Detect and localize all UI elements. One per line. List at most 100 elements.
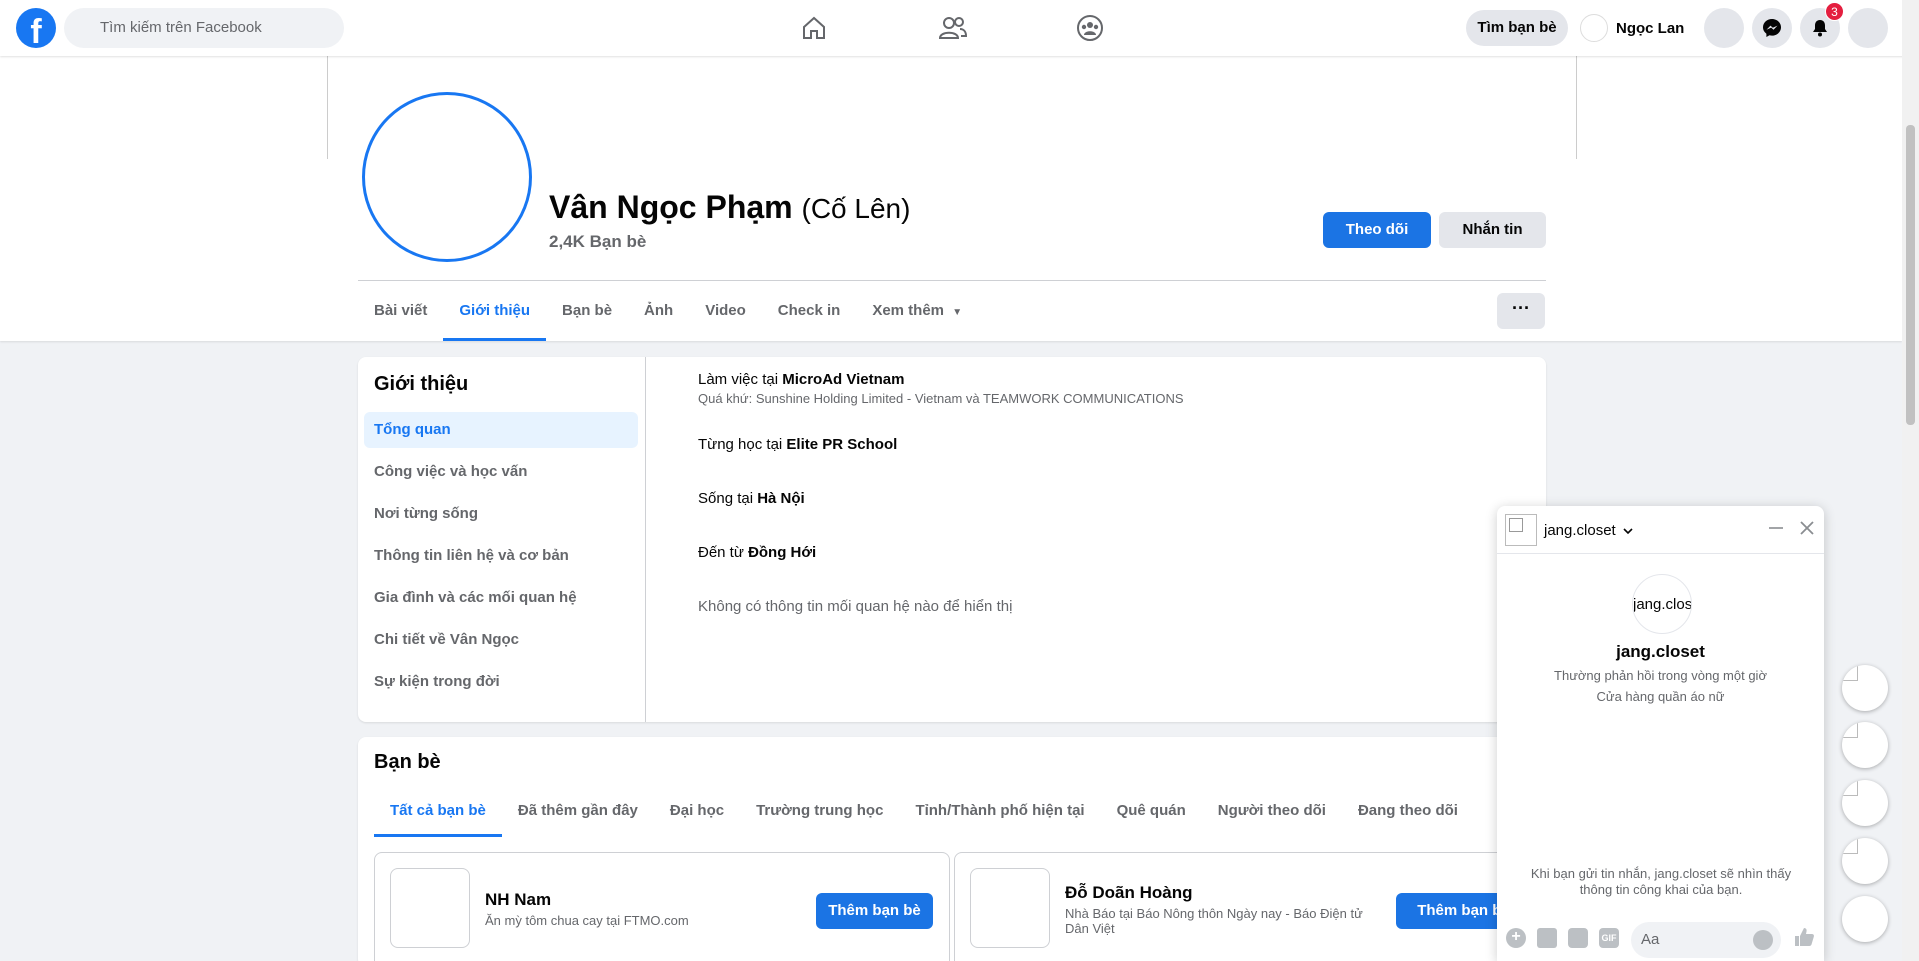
friend-desc: Ăn mỳ tôm chua cay tại FTMO.com: [485, 913, 689, 928]
caret-down-icon: ▼: [952, 307, 963, 318]
contact-bubble[interactable]: [1842, 665, 1888, 711]
broken-image-icon: [1842, 838, 1858, 854]
friends-count[interactable]: 2,4K Bạn bè: [549, 232, 646, 252]
about-nav-contact[interactable]: Thông tin liên hệ và cơ bản: [364, 538, 638, 574]
sticker-icon[interactable]: [1568, 928, 1588, 948]
broken-image-icon: [1842, 665, 1858, 681]
friend-name[interactable]: Đỗ Doãn Hoàng: [1065, 883, 1193, 903]
chat-privacy-notice: Khi bạn gửi tin nhắn, jang.closet sẽ nhì…: [1530, 866, 1792, 897]
about-relationship: Không có thông tin mối quan hệ nào để hi…: [698, 598, 1013, 615]
tab-more-label: Xem thêm: [872, 302, 945, 319]
friend-photo[interactable]: [970, 868, 1050, 948]
friends-tabs: Tất cả bạn bè Đã thêm gần đây Đại học Tr…: [374, 789, 1474, 837]
find-friends-button[interactable]: Tìm bạn bè: [1466, 10, 1568, 46]
messenger-button[interactable]: [1752, 8, 1792, 48]
friend-photo[interactable]: [390, 868, 470, 948]
follow-button[interactable]: Theo dõi: [1323, 212, 1431, 248]
notifications-button[interactable]: 3: [1800, 2, 1844, 48]
about-nav: Tổng quan Công việc và học vấn Nơi từng …: [364, 412, 638, 706]
photo-icon[interactable]: [1537, 928, 1557, 948]
tab-about[interactable]: Giới thiệu: [443, 281, 546, 341]
chat-page-avatar[interactable]: jang.clos: [1632, 574, 1692, 634]
message-button[interactable]: Nhắn tin: [1439, 212, 1546, 248]
chat-avatar-small[interactable]: [1505, 514, 1537, 546]
groups-icon[interactable]: [1072, 10, 1108, 46]
tab-check-in[interactable]: Check in: [762, 281, 857, 341]
about-nav-family[interactable]: Gia đình và các mối quan hệ: [364, 580, 638, 616]
contact-bubble[interactable]: [1842, 780, 1888, 826]
friends-title: Bạn bè: [374, 751, 441, 773]
chat-page-name: jang.closet: [1616, 642, 1705, 661]
live-prefix: Sống tại: [698, 490, 758, 507]
work-place-link[interactable]: MicroAd Vietnam: [782, 371, 904, 388]
logo-letter: f: [30, 13, 42, 48]
minimize-icon[interactable]: [1764, 518, 1788, 542]
search-placeholder: Tìm kiếm trên Facebook: [100, 19, 262, 36]
friends-tab-all[interactable]: Tất cả bạn bè: [374, 789, 502, 837]
broken-image-icon: [1842, 722, 1858, 738]
friend-name[interactable]: NH Nam: [485, 890, 551, 910]
messenger-icon: [1763, 19, 1781, 37]
follow-label: Theo dõi: [1345, 221, 1409, 238]
chat-response-time: Thường phản hồi trong vòng một giờ: [1554, 668, 1767, 683]
scrollbar-thumb[interactable]: [1906, 125, 1915, 425]
new-message-bubble[interactable]: [1842, 896, 1888, 942]
live-place-link[interactable]: Hà Nội: [757, 490, 805, 507]
contact-bubble[interactable]: [1842, 838, 1888, 884]
account-button[interactable]: [1848, 8, 1888, 48]
friends-tab-following[interactable]: Đang theo dõi: [1342, 789, 1474, 837]
chat-title-button[interactable]: jang.closet: [1544, 522, 1633, 539]
friends-tab-university[interactable]: Đại học: [654, 789, 740, 837]
thumbs-up-icon[interactable]: [1793, 926, 1815, 953]
about-card: Giới thiệu Tổng quan Công việc và học vấ…: [358, 357, 1546, 722]
from-prefix: Đến từ: [698, 544, 749, 561]
about-nav-overview[interactable]: Tổng quan: [364, 412, 638, 448]
about-nav-life-events[interactable]: Sự kiện trong đời: [364, 664, 638, 700]
about-title: Giới thiệu: [374, 373, 469, 395]
user-name: Ngọc Lan: [1616, 19, 1685, 37]
profile-picture[interactable]: [362, 92, 532, 262]
facebook-logo-icon[interactable]: f: [16, 8, 56, 48]
study-place-link[interactable]: Elite PR School: [786, 436, 897, 453]
user-profile-link[interactable]: Ngọc Lan: [1580, 10, 1684, 46]
about-hometown: Đến từ Đồng Hới: [698, 544, 816, 561]
find-friends-label: Tìm bạn bè: [1477, 19, 1557, 36]
tab-more[interactable]: Xem thêm ▼: [856, 281, 978, 341]
friends-tab-hometown[interactable]: Quê quán: [1101, 789, 1202, 837]
menu-button[interactable]: [1704, 8, 1744, 48]
friend-desc: Nhà Báo tại Báo Nông thôn Ngày nay - Báo…: [1065, 906, 1363, 936]
friends-tab-followers[interactable]: Người theo dõi: [1202, 789, 1342, 837]
tab-photos[interactable]: Ảnh: [628, 281, 689, 341]
more-options-button[interactable]: ···: [1497, 293, 1545, 329]
tab-posts[interactable]: Bài viết: [358, 281, 443, 341]
home-icon[interactable]: [796, 10, 832, 46]
chat-avatar-text: jang.clos: [1633, 596, 1692, 613]
message-input[interactable]: Aa: [1631, 922, 1781, 958]
about-nav-places[interactable]: Nơi từng sống: [364, 496, 638, 532]
plus-icon[interactable]: +: [1506, 928, 1526, 948]
from-place-link[interactable]: Đồng Hới: [748, 544, 816, 561]
add-friend-button[interactable]: Thêm bạn bè: [816, 893, 933, 929]
profile-alt-name: (Cố Lên): [801, 193, 911, 224]
friends-tab-current-city[interactable]: Tỉnh/Thành phố hiện tại: [899, 789, 1100, 837]
profile-name-line: Vân Ngọc Phạm (Cố Lên): [549, 189, 910, 226]
gif-icon[interactable]: GIF: [1599, 928, 1619, 948]
about-nav-details[interactable]: Chi tiết về Vân Ngọc: [364, 622, 638, 658]
tab-friends[interactable]: Bạn bè: [546, 281, 628, 341]
friends-tab-recent[interactable]: Đã thêm gần đây: [502, 789, 654, 837]
tab-videos[interactable]: Video: [689, 281, 762, 341]
friends-tab-high-school[interactable]: Trường trung học: [740, 789, 899, 837]
about-sidebar: Giới thiệu Tổng quan Công việc và học vấ…: [358, 357, 646, 722]
study-prefix: Từng học tại: [698, 436, 787, 453]
top-navigation-bar: f Tìm kiếm trên Facebook Tìm bạn bè Ngọc…: [0, 0, 1919, 56]
about-nav-work-education[interactable]: Công việc và học vấn: [364, 454, 638, 490]
gif-label: GIF: [1601, 933, 1617, 943]
friends-icon[interactable]: [935, 10, 971, 46]
chevron-down-icon: [1623, 528, 1633, 535]
close-icon[interactable]: [1795, 518, 1819, 542]
emoji-icon[interactable]: [1753, 930, 1773, 950]
notification-badge: 3: [1825, 2, 1844, 21]
chat-category: Cửa hàng quần áo nữ: [1596, 689, 1725, 704]
contact-bubble[interactable]: [1842, 722, 1888, 768]
search-input[interactable]: Tìm kiếm trên Facebook: [64, 8, 344, 48]
